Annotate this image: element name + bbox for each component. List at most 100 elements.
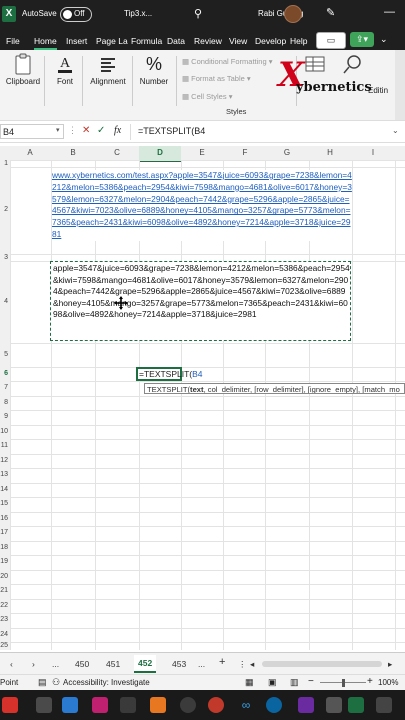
sheet-tabs-more-right[interactable]: ...: [198, 659, 205, 669]
tab-home[interactable]: Home: [34, 36, 57, 50]
row-header[interactable]: 18: [0, 544, 8, 551]
app3-icon[interactable]: [326, 697, 342, 713]
page-layout-view-icon[interactable]: ▣: [268, 677, 277, 688]
row-header[interactable]: 17: [0, 529, 8, 536]
chevron-down-icon[interactable]: ▾: [56, 126, 60, 134]
column-header-h[interactable]: H: [323, 148, 337, 157]
row-header[interactable]: 4: [0, 298, 8, 305]
row-header[interactable]: 16: [0, 515, 8, 522]
excel-taskbar-icon[interactable]: [348, 697, 364, 713]
cell-b4-copied-range[interactable]: apple=3547&juice=6093&grape=7238&lemon=4…: [50, 261, 351, 341]
row-header[interactable]: 7: [0, 384, 8, 391]
row-header[interactable]: 6: [0, 370, 8, 377]
sheet-tab-453[interactable]: 453: [172, 659, 186, 669]
browser-icon[interactable]: [266, 697, 282, 713]
formula-input[interactable]: =TEXTSPLIT(B4: [138, 126, 205, 136]
vlc-icon[interactable]: [150, 697, 166, 713]
record-icon[interactable]: [208, 697, 224, 713]
column-header-d[interactable]: D: [153, 148, 167, 157]
row-header[interactable]: 25: [0, 642, 8, 649]
row-header[interactable]: 1: [0, 160, 8, 167]
row-header[interactable]: 5: [0, 351, 8, 358]
conditional-formatting-button[interactable]: ▦ Conditional Formatting ▾: [182, 57, 273, 66]
tab-help[interactable]: Help: [290, 36, 307, 46]
zoom-slider-thumb[interactable]: [342, 679, 345, 687]
hscroll-left-icon[interactable]: ◂: [250, 659, 254, 670]
obs-icon[interactable]: [180, 697, 196, 713]
share-button[interactable]: ⇪▾: [350, 32, 374, 47]
zoom-level[interactable]: 100%: [378, 678, 398, 687]
insert-function-icon[interactable]: fx: [114, 125, 121, 136]
hscroll-right-icon[interactable]: ▸: [388, 659, 392, 670]
row-header[interactable]: 20: [0, 573, 8, 580]
filezilla-icon[interactable]: [2, 697, 18, 713]
function-tooltip[interactable]: TEXTSPLIT(text, col_delimiter, [row_deli…: [144, 383, 405, 394]
column-header-e[interactable]: E: [195, 148, 209, 157]
row-header[interactable]: 8: [0, 399, 8, 406]
tab-view[interactable]: View: [229, 36, 247, 46]
scroll-right-icon[interactable]: ›: [32, 659, 35, 669]
row-header[interactable]: 15: [0, 500, 8, 507]
tab-page-layout[interactable]: Page La: [96, 36, 128, 46]
media-icon[interactable]: [92, 697, 108, 713]
cell-styles-button[interactable]: ▦ Cell Styles ▾: [182, 92, 232, 101]
sheet-tab-452[interactable]: 452: [134, 655, 157, 673]
row-header[interactable]: 21: [0, 587, 8, 594]
accessibility-status[interactable]: Accessibility: Investigate: [63, 678, 150, 687]
active-cell-d6[interactable]: =TEXTSPLIT(B4: [136, 367, 203, 381]
row-header[interactable]: 9: [0, 413, 8, 420]
tab-review[interactable]: Review: [194, 36, 222, 46]
enter-icon[interactable]: ✓: [97, 125, 105, 136]
app2-icon[interactable]: [298, 697, 314, 713]
davinci-icon[interactable]: [120, 697, 136, 713]
search-icon[interactable]: ⚲: [194, 7, 202, 20]
sheet-view-icon[interactable]: ▤: [38, 677, 47, 688]
sheet-tabs-more[interactable]: ...: [52, 659, 59, 669]
comments-button[interactable]: ▭: [316, 32, 346, 49]
format-as-table-button[interactable]: ▦ Format as Table ▾: [182, 74, 251, 83]
sheet-tab-451[interactable]: 451: [106, 659, 120, 669]
autosave-toggle[interactable]: Off: [60, 7, 92, 22]
add-sheet-button[interactable]: +: [219, 656, 225, 668]
row-header[interactable]: 14: [0, 486, 8, 493]
normal-view-icon[interactable]: ▦: [245, 677, 254, 688]
pen-icon[interactable]: ✎: [326, 6, 335, 19]
zoom-out-icon[interactable]: −: [308, 676, 314, 687]
column-header-i[interactable]: I: [366, 148, 380, 157]
minimize-icon[interactable]: —: [384, 6, 395, 18]
accessibility-icon[interactable]: ⚇: [52, 677, 60, 688]
tab-data[interactable]: Data: [167, 36, 185, 46]
app-icon[interactable]: [36, 697, 52, 713]
cell-b2-url[interactable]: www.xybernetics.com/test.aspx?apple=3547…: [52, 170, 352, 241]
font-group[interactable]: A Font: [50, 53, 80, 86]
cells-icon[interactable]: [305, 54, 325, 74]
zoom-in-icon[interactable]: +: [367, 676, 373, 687]
tab-insert[interactable]: Insert: [66, 36, 87, 46]
clipboard-group[interactable]: Clipboard: [4, 53, 42, 86]
ribbon-more-icon[interactable]: ⌄: [380, 34, 388, 45]
column-header-b[interactable]: B: [66, 148, 80, 157]
tabs-splitter[interactable]: ⋮: [238, 659, 247, 670]
infinity-icon[interactable]: ∞: [238, 697, 254, 713]
row-header[interactable]: 24: [0, 631, 8, 638]
app4-icon[interactable]: [376, 697, 392, 713]
row-header[interactable]: 12: [0, 457, 8, 464]
page-break-view-icon[interactable]: ▥: [290, 677, 299, 688]
column-header-c[interactable]: C: [110, 148, 124, 157]
row-header[interactable]: 10: [0, 428, 8, 435]
ribbon-scroll[interactable]: [395, 50, 405, 120]
row-header[interactable]: 13: [0, 471, 8, 478]
alignment-group[interactable]: Alignment: [86, 53, 130, 86]
column-header-f[interactable]: F: [238, 148, 252, 157]
avatar[interactable]: [284, 5, 302, 23]
row-header[interactable]: 23: [0, 616, 8, 623]
tab-formulas[interactable]: Formula: [131, 36, 162, 46]
tab-developer[interactable]: Develop: [255, 36, 286, 46]
scroll-left-icon[interactable]: ‹: [10, 659, 13, 669]
file-name[interactable]: Tip3.x...: [124, 9, 152, 18]
row-header[interactable]: 2: [0, 206, 8, 213]
sheet-tab-450[interactable]: 450: [75, 659, 89, 669]
vscode-icon[interactable]: [62, 697, 78, 713]
column-header-a[interactable]: A: [23, 148, 37, 157]
row-header[interactable]: 11: [0, 442, 8, 449]
